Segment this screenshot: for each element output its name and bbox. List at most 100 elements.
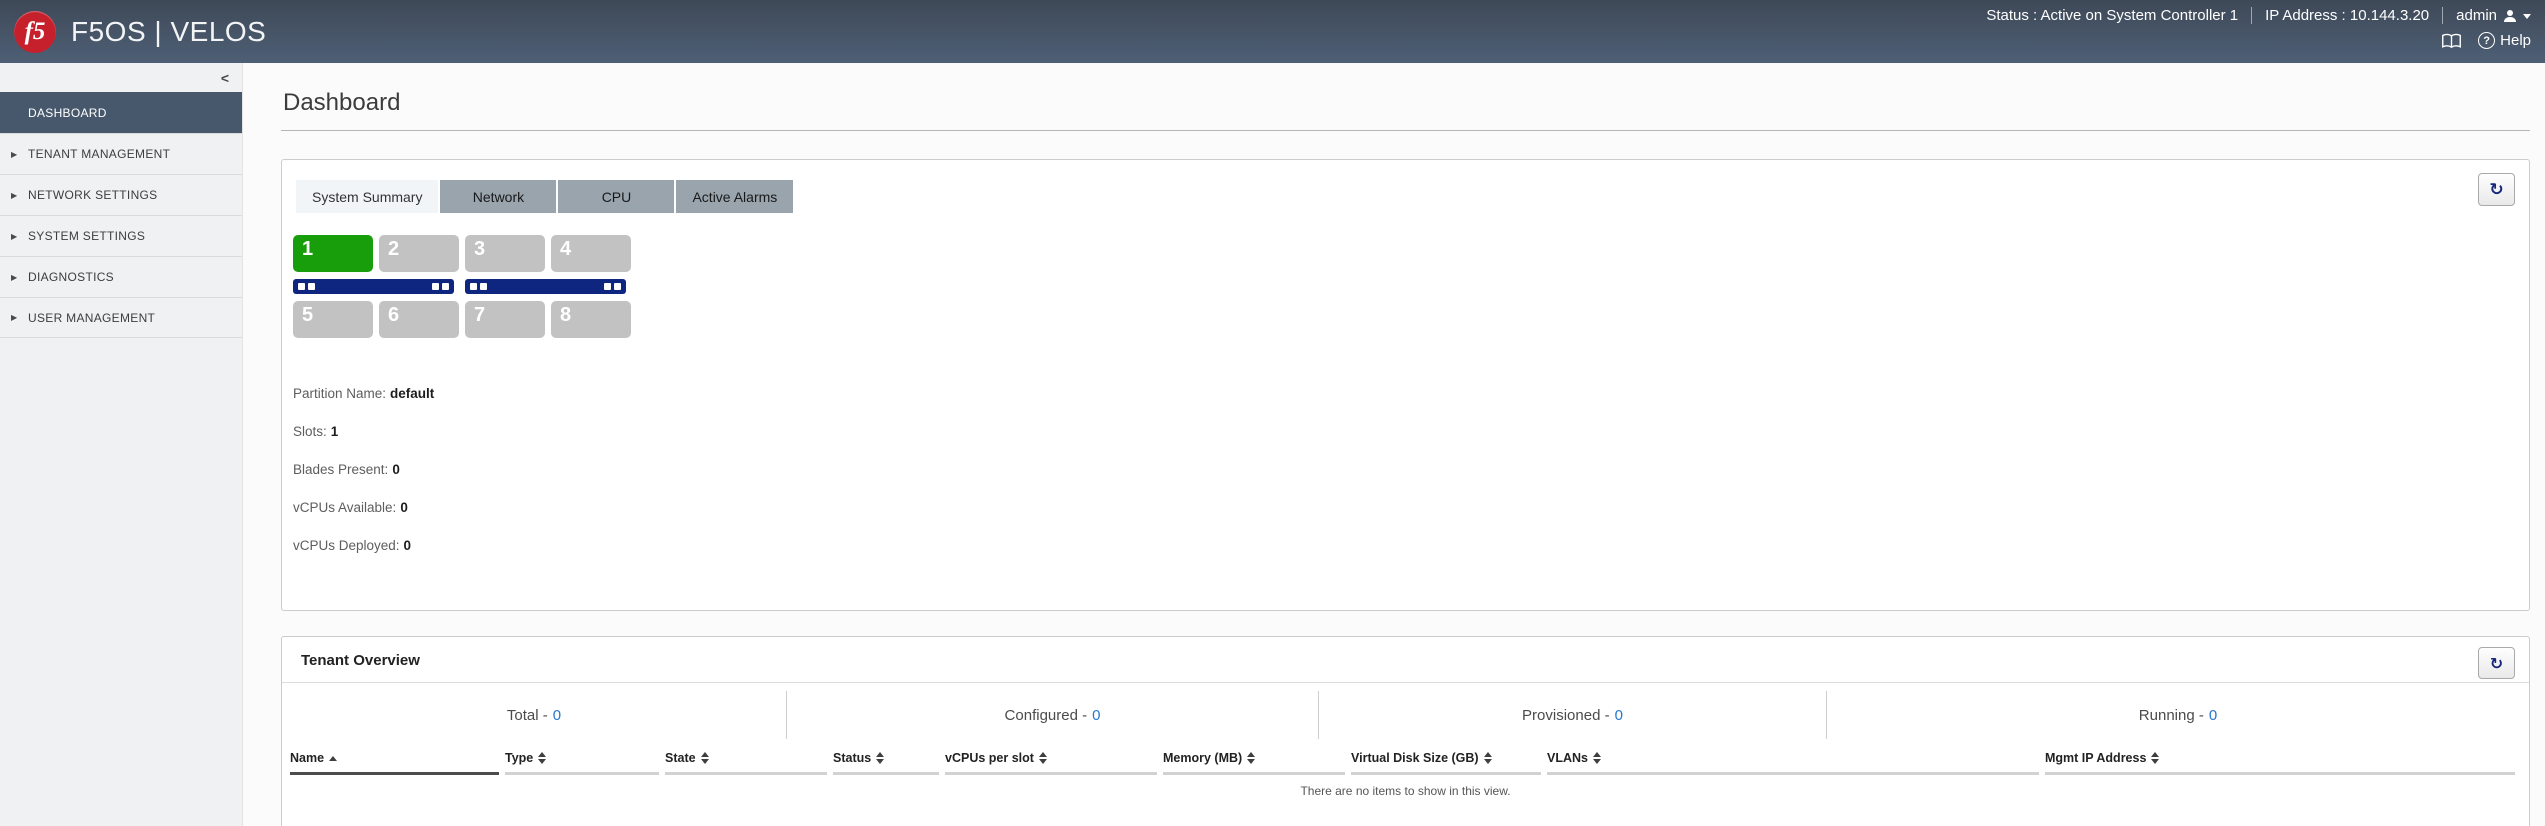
slot-row-top: 1 2 3 4 [293, 235, 631, 272]
column-header-type[interactable]: Type [505, 749, 665, 775]
tenant-group-count[interactable]: 0 [2209, 707, 2217, 724]
brand: f5 F5OS | VELOS [0, 0, 266, 63]
refresh-button[interactable]: ↻ [2478, 173, 2515, 206]
slot-3[interactable]: 3 [465, 235, 545, 272]
sidebar-item-label: TENANT MANAGEMENT [28, 147, 171, 161]
sidebar-item-network-settings[interactable]: ▶ NETWORK SETTINGS [0, 174, 242, 215]
tenant-group-total: Total - 0 [282, 691, 786, 739]
empty-table-message: There are no items to show in this view. [1300, 784, 1511, 798]
slot-row-bottom: 5 6 7 8 [293, 301, 631, 338]
column-header-mgmt-ip-address[interactable]: Mgmt IP Address [2045, 749, 2521, 775]
column-header-status[interactable]: Status [833, 749, 945, 775]
tenant-group-count[interactable]: 0 [553, 707, 561, 724]
slot-grid: 1 2 3 4 5 6 7 8 [293, 235, 631, 338]
tenant-overview-card: Tenant Overview ↻ Total - 0 Configured -… [281, 636, 2530, 826]
tab-active-alarms[interactable]: Active Alarms [676, 180, 794, 213]
tenant-refresh-button[interactable]: ↻ [2478, 647, 2515, 679]
question-circle-icon: ? [2478, 32, 2496, 49]
documentation-book-icon[interactable] [2441, 33, 2462, 49]
header-right: Status : Active on System Controller 1 I… [1986, 0, 2545, 63]
column-underline [1163, 772, 1345, 775]
summary-info-label: vCPUs Deployed: [293, 538, 400, 553]
summary-info-label: Slots: [293, 424, 327, 439]
username: admin [2456, 7, 2497, 24]
tab-label: Network [472, 188, 525, 205]
divider [2251, 7, 2253, 24]
slot-2[interactable]: 2 [379, 235, 459, 272]
slot-6[interactable]: 6 [379, 301, 459, 338]
column-header-label: Virtual Disk Size (GB) [1351, 751, 1479, 765]
tenant-group-label: Provisioned - [1522, 706, 1610, 724]
f5-logo-icon: f5 [14, 10, 56, 53]
column-header-memory-mb[interactable]: Memory (MB) [1163, 749, 1351, 775]
tab-label: CPU [601, 188, 632, 205]
column-underline [1547, 772, 2039, 775]
tab-label: System Summary [312, 188, 423, 205]
sidebar-item-user-management[interactable]: ▶ USER MANAGEMENT [0, 297, 242, 338]
slot-8[interactable]: 8 [551, 301, 631, 338]
summary-info-value: 0 [400, 500, 408, 515]
tenant-group-configured: Configured - 0 [786, 691, 1318, 739]
sort-both-icon [538, 752, 547, 764]
column-header-state[interactable]: State [665, 749, 833, 775]
summary-info-row: Partition Name: default [293, 386, 2529, 401]
summary-info-label: vCPUs Available: [293, 500, 397, 515]
summary-info-value: 0 [392, 462, 400, 477]
sort-both-icon [1592, 752, 1601, 764]
sort-both-icon [1483, 752, 1492, 764]
slot-number: 7 [474, 304, 486, 326]
column-header-label: Status [833, 751, 872, 765]
sidebar-item-label: DIAGNOSTICS [28, 270, 114, 284]
tab-network[interactable]: Network [440, 180, 557, 213]
sidebar-item-tenant-management[interactable]: ▶ TENANT MANAGEMENT [0, 133, 242, 174]
slot-4[interactable]: 4 [551, 235, 631, 272]
sidebar-item-label: SYSTEM SETTINGS [28, 229, 146, 243]
sidebar-item-label: USER MANAGEMENT [28, 310, 156, 325]
sidebar-item-diagnostics[interactable]: ▶ DIAGNOSTICS [0, 256, 242, 297]
column-header-vcpus-per-slot[interactable]: vCPUs per slot [945, 749, 1163, 775]
column-header-label: Name [290, 751, 325, 765]
sidebar-item-dashboard[interactable]: ▶ DASHBOARD [0, 92, 242, 133]
caret-down-icon [2523, 14, 2531, 19]
slot-number: 6 [388, 304, 400, 326]
sidebar-collapse-icon[interactable]: < [221, 70, 229, 86]
column-header-label: State [665, 751, 696, 765]
tenant-group-count[interactable]: 0 [1615, 707, 1623, 724]
slot-number: 8 [560, 304, 572, 326]
slot-5[interactable]: 5 [293, 301, 373, 338]
summary-info-value: default [390, 386, 435, 401]
ip-address-text: IP Address : 10.144.3.20 [2265, 7, 2430, 24]
tenant-group-label: Total - [506, 706, 548, 724]
slot-number: 5 [302, 304, 314, 326]
sidebar-nav: ▶ DASHBOARD ▶ TENANT MANAGEMENT ▶ NETWOR… [0, 92, 242, 338]
app-header: f5 F5OS | VELOS Status : Active on Syste… [0, 0, 2545, 63]
column-header-name[interactable]: Name [290, 749, 505, 775]
tenant-overview-header: Tenant Overview [282, 637, 2529, 683]
tab-cpu[interactable]: CPU [558, 180, 675, 213]
tab-system-summary[interactable]: System Summary [296, 180, 439, 213]
chevron-right-icon: ▶ [11, 149, 18, 159]
status-text: Status : Active on System Controller 1 [1986, 7, 2239, 24]
sidebar-item-label: DASHBOARD [28, 106, 107, 120]
column-underline [833, 772, 939, 775]
divider [2442, 7, 2444, 24]
summary-info-row: Blades Present: 0 [293, 462, 2529, 477]
column-underline [945, 772, 1157, 775]
summary-info-value: 0 [403, 538, 412, 553]
column-header-label: VLANs [1547, 751, 1588, 765]
column-underline [2045, 772, 2515, 775]
help-link[interactable]: ? Help [2478, 32, 2531, 49]
column-header-virtual-disk-size-gb[interactable]: Virtual Disk Size (GB) [1351, 749, 1547, 775]
user-menu[interactable]: admin [2456, 7, 2531, 24]
tenant-group-count[interactable]: 0 [1092, 707, 1100, 724]
slot-1[interactable]: 1 [293, 235, 373, 272]
sort-both-icon [1247, 752, 1256, 764]
led-bar [293, 279, 454, 294]
sort-ascending-icon [329, 755, 338, 761]
chevron-right-icon: ▶ [11, 272, 18, 282]
column-header-vlans[interactable]: VLANs [1547, 749, 2045, 775]
slot-7[interactable]: 7 [465, 301, 545, 338]
sidebar-item-system-settings[interactable]: ▶ SYSTEM SETTINGS [0, 215, 242, 256]
column-underline [665, 772, 827, 775]
column-underline [1351, 772, 1541, 775]
